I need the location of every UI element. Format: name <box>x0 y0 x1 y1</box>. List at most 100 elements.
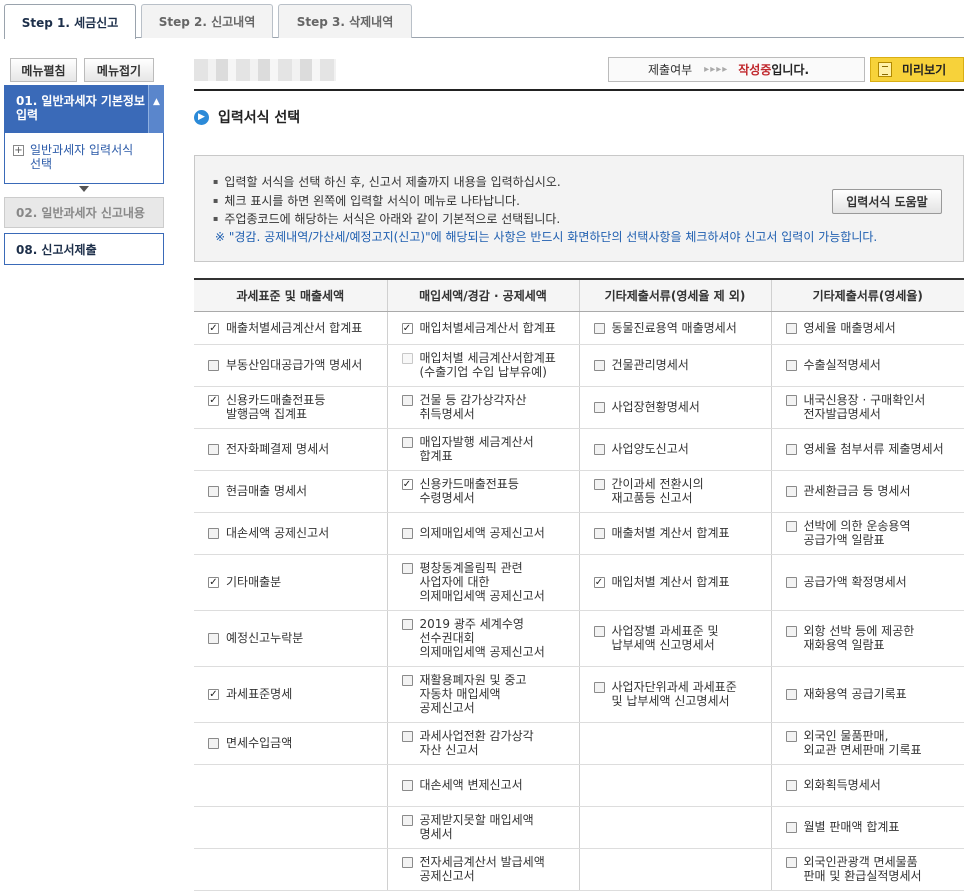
form-option[interactable]: 외국인관광객 면세물품 판매 및 환급실적명세서 <box>785 855 965 883</box>
form-checkbox[interactable]: ✓ <box>208 689 219 700</box>
form-option[interactable]: 2019 광주 세계수영 선수권대회 의제매입세액 공제신고서 <box>401 617 579 659</box>
form-option[interactable]: 영세율 매출명세서 <box>785 321 965 335</box>
form-checkbox[interactable] <box>785 486 797 497</box>
form-checkbox[interactable] <box>785 360 797 371</box>
form-option[interactable]: 매입처별 세금계산서합계표 (수출기업 수입 납부유예) <box>401 351 579 379</box>
form-checkbox[interactable] <box>785 857 797 868</box>
form-checkbox[interactable] <box>785 822 797 833</box>
sidebar-subitem-form-select[interactable]: + 일반과세자 입력서식 선택 <box>4 133 164 184</box>
form-option[interactable]: 사업장현황명세서 <box>593 400 771 414</box>
form-option[interactable]: 전자세금계산서 발급세액 공제신고서 <box>401 855 579 883</box>
form-checkbox[interactable] <box>785 521 797 532</box>
form-checkbox[interactable] <box>593 402 605 413</box>
form-option[interactable]: 관세환급금 등 명세서 <box>785 484 965 498</box>
form-checkbox[interactable] <box>785 626 797 637</box>
form-option[interactable]: 전자화폐결제 명세서 <box>208 442 387 456</box>
form-checkbox[interactable] <box>593 479 605 490</box>
form-option[interactable]: 월별 판매액 합계표 <box>785 820 965 834</box>
form-option[interactable]: ✓ 신용카드매출전표등 발행금액 집계표 <box>208 393 387 421</box>
form-option[interactable]: 현금매출 명세서 <box>208 484 387 498</box>
form-checkbox[interactable] <box>785 731 797 742</box>
form-option[interactable]: ✓ 신용카드매출전표등 수령명세서 <box>401 477 579 505</box>
form-option[interactable]: 선박에 의한 운송용역 공급가액 일람표 <box>785 519 965 547</box>
form-checkbox[interactable]: ✓ <box>401 479 413 490</box>
form-option[interactable]: 부동산임대공급가액 명세서 <box>208 358 387 372</box>
form-option[interactable]: 재활용폐자원 및 중고 자동차 매입세액 공제신고서 <box>401 673 579 715</box>
form-option[interactable]: 매입자발행 세금계산서 합계표 <box>401 435 579 463</box>
form-checkbox[interactable] <box>401 815 413 826</box>
form-option[interactable]: 사업양도신고서 <box>593 442 771 456</box>
form-checkbox[interactable] <box>593 528 605 539</box>
form-checkbox[interactable] <box>785 395 797 406</box>
form-checkbox[interactable] <box>593 626 605 637</box>
form-checkbox[interactable] <box>401 619 413 630</box>
sidebar-item-submit[interactable]: 08. 신고서제출 <box>4 233 164 265</box>
form-checkbox[interactable]: ✓ <box>208 395 219 406</box>
form-checkbox[interactable] <box>593 322 605 334</box>
form-checkbox[interactable] <box>208 738 219 749</box>
form-checkbox[interactable] <box>208 528 219 539</box>
form-option[interactable]: 내국신용장 · 구매확인서 전자발급명세서 <box>785 393 965 421</box>
form-checkbox[interactable] <box>785 689 797 700</box>
form-checkbox[interactable] <box>401 437 413 448</box>
form-checkbox[interactable] <box>401 528 413 539</box>
form-option[interactable]: 외항 선박 등에 제공한 재화용역 일람표 <box>785 624 965 652</box>
form-checkbox[interactable]: ✓ <box>208 577 219 588</box>
form-checkbox[interactable] <box>401 395 413 406</box>
form-option[interactable]: 건물 등 감가상각자산 취득명세서 <box>401 393 579 421</box>
form-option[interactable]: 대손세액 변제신고서 <box>401 778 579 792</box>
form-option[interactable]: 평창동계올림픽 관련 사업자에 대한 의제매입세액 공제신고서 <box>401 561 579 603</box>
form-option[interactable]: 의제매입세액 공제신고서 <box>401 526 579 540</box>
form-option[interactable]: 재화용역 공급기록표 <box>785 687 965 701</box>
form-option[interactable]: 공제받지못할 매입세액 명세서 <box>401 813 579 841</box>
form-option[interactable]: 공급가액 확정명세서 <box>785 575 965 589</box>
form-checkbox[interactable] <box>785 444 797 455</box>
form-checkbox[interactable] <box>593 444 605 455</box>
menu-collapse-button[interactable]: 메뉴접기 <box>84 58 154 82</box>
form-option[interactable]: 대손세액 공제신고서 <box>208 526 387 540</box>
form-checkbox[interactable] <box>401 857 413 868</box>
form-option[interactable]: 간이과세 전환시의 재고품등 신고서 <box>593 477 771 505</box>
form-option[interactable]: 사업자단위과세 과세표준 및 납부세액 신고명세서 <box>593 680 771 708</box>
form-option[interactable]: ✓ 매입처별세금계산서 합계표 <box>401 321 579 335</box>
form-option[interactable]: 과세사업전환 감가상각 자산 신고서 <box>401 729 579 757</box>
form-option[interactable]: 수출실적명세서 <box>785 358 965 372</box>
menu-expand-button[interactable]: 메뉴펼침 <box>10 58 77 82</box>
form-checkbox[interactable] <box>785 780 797 791</box>
form-option[interactable]: 외국인 물품판매, 외교관 면세판매 기록표 <box>785 729 965 757</box>
form-checkbox[interactable] <box>593 682 605 693</box>
sidebar-item-report-content[interactable]: 02. 일반과세자 신고내용 <box>4 197 164 228</box>
form-option[interactable]: 매출처별 계산서 합계표 <box>593 526 771 540</box>
form-checkbox[interactable] <box>208 444 219 455</box>
form-option[interactable]: ✓ 매출처별세금계산서 합계표 <box>208 321 387 335</box>
form-help-button[interactable]: 입력서식 도움말 <box>832 189 942 214</box>
form-checkbox[interactable]: ✓ <box>208 322 219 334</box>
form-option[interactable]: 예정신고누락분 <box>208 631 387 645</box>
form-option[interactable]: 사업장별 과세표준 및 납부세액 신고명세서 <box>593 624 771 652</box>
form-checkbox[interactable] <box>785 577 797 588</box>
form-option[interactable]: 건물관리명세서 <box>593 358 771 372</box>
tab-step1[interactable]: Step 1. 세금신고 <box>4 4 136 39</box>
form-checkbox[interactable] <box>785 322 797 334</box>
form-checkbox[interactable] <box>401 780 413 791</box>
form-checkbox[interactable]: ✓ <box>593 577 605 588</box>
form-option[interactable]: 면세수입금액 <box>208 736 387 750</box>
form-option[interactable]: ✓ 과세표준명세 <box>208 687 387 701</box>
form-checkbox[interactable] <box>401 675 413 686</box>
form-option[interactable]: 동물진료용역 매출명세서 <box>593 321 771 335</box>
form-option[interactable]: ✓ 기타매출분 <box>208 575 387 589</box>
form-option[interactable]: ✓ 매입처별 계산서 합계표 <box>593 575 771 589</box>
preview-button[interactable]: 미리보기 <box>870 57 964 82</box>
tab-step2[interactable]: Step 2. 신고내역 <box>141 4 273 38</box>
sidebar-item-basic-info[interactable]: 01. 일반과세자 기본정보 입력 ▲ <box>4 85 164 133</box>
form-option[interactable]: 외화획득명세서 <box>785 778 965 792</box>
form-checkbox[interactable] <box>208 360 219 371</box>
collapse-arrow-icon[interactable]: ▲ <box>148 85 164 133</box>
form-checkbox[interactable] <box>208 486 219 497</box>
form-option[interactable]: 영세율 첨부서류 제출명세서 <box>785 442 965 456</box>
form-checkbox[interactable]: ✓ <box>401 322 413 334</box>
form-checkbox[interactable] <box>401 563 413 574</box>
form-checkbox[interactable] <box>401 731 413 742</box>
tab-step3[interactable]: Step 3. 삭제내역 <box>278 4 412 38</box>
form-checkbox[interactable] <box>593 360 605 371</box>
